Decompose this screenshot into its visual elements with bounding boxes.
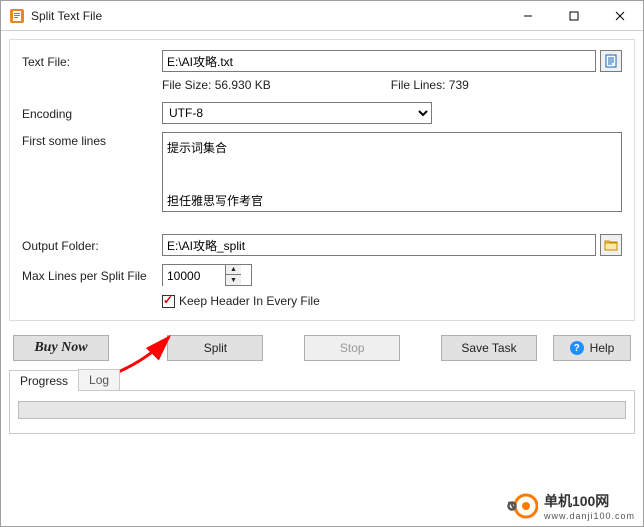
watermark-icon	[506, 490, 538, 522]
tabs-area: Progress Log	[9, 369, 635, 434]
button-bar: Buy Now Split Stop Save Task ? Help	[1, 329, 643, 361]
maximize-button[interactable]	[551, 1, 597, 31]
filelines-label: File Lines:	[391, 78, 446, 92]
maxlines-input[interactable]	[163, 265, 225, 287]
minimize-button[interactable]	[505, 1, 551, 31]
filesize-label: File Size:	[162, 78, 211, 92]
titlebar: Split Text File	[1, 1, 643, 31]
document-icon	[604, 54, 618, 68]
maxlines-label: Max Lines per Split File	[22, 267, 162, 283]
encoding-label: Encoding	[22, 105, 162, 121]
maxlines-up-button[interactable]: ▲	[226, 265, 241, 275]
outputfolder-label: Output Folder:	[22, 237, 162, 253]
keepheader-checkbox[interactable]	[162, 295, 175, 308]
window-title: Split Text File	[31, 9, 102, 23]
watermark-url: www.danji100.com	[544, 511, 635, 521]
split-button[interactable]: Split	[167, 335, 263, 361]
firstlines-label: First some lines	[22, 132, 162, 148]
maxlines-down-button[interactable]: ▼	[226, 275, 241, 285]
folder-icon	[604, 238, 618, 252]
help-icon: ?	[570, 341, 584, 355]
progress-bar	[18, 401, 626, 419]
buynow-button[interactable]: Buy Now	[13, 335, 109, 361]
browse-outputfolder-button[interactable]	[600, 234, 622, 256]
tab-progress[interactable]: Progress	[9, 370, 79, 391]
watermark-name: 单机100网	[544, 493, 609, 509]
watermark: 单机100网 www.danji100.com	[506, 490, 635, 522]
keepheader-label: Keep Header In Every File	[179, 294, 320, 308]
maxlines-spinner[interactable]: ▲ ▼	[162, 264, 252, 286]
app-icon	[9, 8, 25, 24]
close-button[interactable]	[597, 1, 643, 31]
savetask-button[interactable]: Save Task	[441, 335, 537, 361]
tab-body	[9, 390, 635, 434]
main-panel: Text File: File Size: 56.930 KB File Lin…	[9, 39, 635, 321]
firstlines-textarea[interactable]: 提示词集合 担任雅思写作考官	[162, 132, 622, 212]
outputfolder-input[interactable]	[162, 234, 596, 256]
help-button[interactable]: ? Help	[553, 335, 631, 361]
filelines-value: 739	[449, 78, 469, 92]
stop-button: Stop	[304, 335, 400, 361]
textfile-label: Text File:	[22, 53, 162, 69]
encoding-select[interactable]: UTF-8	[162, 102, 432, 124]
browse-textfile-button[interactable]	[600, 50, 622, 72]
file-info: File Size: 56.930 KB File Lines: 739	[162, 78, 622, 92]
tab-log[interactable]: Log	[78, 369, 120, 390]
filesize-value: 56.930 KB	[215, 78, 271, 92]
textfile-input[interactable]	[162, 50, 596, 72]
